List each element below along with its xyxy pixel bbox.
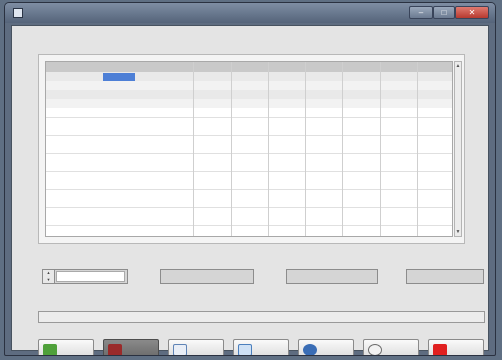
scroll-down-icon[interactable]: ▼ bbox=[455, 229, 461, 235]
grid-line bbox=[46, 207, 452, 208]
close-x-icon: ✕ bbox=[468, 8, 476, 17]
info-icon bbox=[368, 344, 382, 355]
grid-line bbox=[46, 153, 452, 154]
waveform-table-panel: ▲ ▼ bbox=[38, 54, 465, 244]
progress-bar bbox=[38, 311, 485, 323]
grid-line bbox=[417, 62, 418, 236]
load-button[interactable] bbox=[233, 339, 289, 355]
app-window: – □ ✕ ▲ ▼ ▲ ▼ bbox=[4, 2, 496, 356]
grid-line bbox=[193, 62, 194, 236]
close-button[interactable]: ✕ bbox=[455, 6, 489, 19]
spin-up-icon[interactable]: ▲ bbox=[43, 270, 54, 276]
measured-current-value bbox=[406, 269, 484, 284]
app-icon bbox=[13, 8, 23, 18]
title-bar[interactable]: – □ ✕ bbox=[5, 3, 495, 23]
target-duration-input[interactable] bbox=[56, 271, 125, 282]
grid-line bbox=[268, 62, 269, 236]
grid-line bbox=[231, 62, 232, 236]
target-duration-stepper[interactable]: ▲ ▼ bbox=[42, 269, 128, 284]
selected-cell[interactable] bbox=[103, 73, 135, 81]
maximize-button[interactable]: □ bbox=[433, 6, 455, 19]
grid-line bbox=[380, 62, 381, 236]
edit-icon bbox=[173, 344, 187, 355]
spin-down-icon[interactable]: ▼ bbox=[43, 277, 54, 283]
high-voltage-status bbox=[160, 269, 254, 284]
grid-line bbox=[46, 171, 452, 172]
scroll-up-icon[interactable]: ▲ bbox=[455, 63, 461, 69]
maximize-icon: □ bbox=[441, 8, 447, 17]
edit-button[interactable] bbox=[168, 339, 224, 355]
help-icon bbox=[303, 344, 317, 355]
grid-line bbox=[46, 225, 452, 226]
reset-button[interactable] bbox=[103, 339, 159, 355]
stop-icon bbox=[433, 344, 447, 355]
load-icon bbox=[238, 344, 252, 355]
table-scrollbar[interactable]: ▲ ▼ bbox=[454, 61, 462, 237]
grid-line bbox=[342, 62, 343, 236]
reset-icon bbox=[108, 344, 122, 355]
table-row[interactable] bbox=[46, 99, 452, 108]
duration-spinner[interactable]: ▲ ▼ bbox=[43, 270, 55, 283]
info-button[interactable] bbox=[363, 339, 419, 355]
minimize-icon: – bbox=[418, 8, 424, 17]
main-panel: ▲ ▼ ▲ ▼ bbox=[11, 25, 489, 355]
grid-line bbox=[46, 117, 452, 118]
start-button[interactable] bbox=[38, 339, 94, 355]
grid-line bbox=[46, 135, 452, 136]
waveform-table[interactable] bbox=[45, 61, 453, 237]
grid-line bbox=[46, 189, 452, 190]
exit-button[interactable] bbox=[428, 339, 484, 355]
table-row[interactable] bbox=[46, 90, 452, 99]
minimize-button[interactable]: – bbox=[409, 6, 433, 19]
help-button[interactable] bbox=[298, 339, 354, 355]
play-icon bbox=[43, 344, 57, 355]
measured-amplitude-value bbox=[286, 269, 378, 284]
grid-line bbox=[305, 62, 306, 236]
table-row[interactable] bbox=[46, 81, 452, 90]
